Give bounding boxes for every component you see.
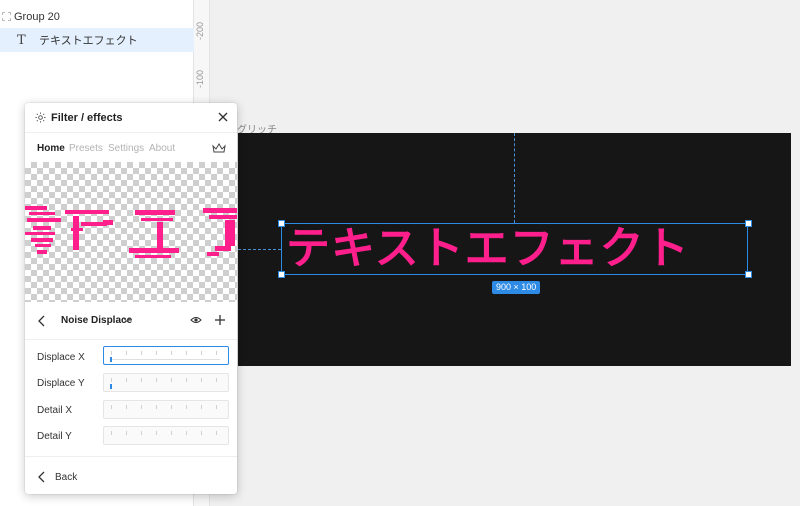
- resize-handle-top-right[interactable]: [745, 220, 752, 227]
- center-guide-top: [514, 133, 515, 223]
- resize-handle-bottom-right[interactable]: [745, 271, 752, 278]
- tab-settings[interactable]: Settings: [108, 143, 144, 154]
- layer-text-effect[interactable]: T テキストエフェクト: [0, 28, 194, 52]
- layer-group-20[interactable]: Group 20: [0, 5, 194, 29]
- panel-footer: Back: [25, 456, 237, 494]
- effect-name-dropdown[interactable]: Noise Displace: [61, 315, 132, 326]
- param-slider-detail-x[interactable]: [103, 400, 229, 419]
- plus-icon[interactable]: [214, 314, 226, 326]
- param-label-displace-y: Displace Y: [37, 378, 85, 389]
- param-label-detail-x: Detail X: [37, 405, 73, 416]
- sun-icon: [35, 112, 46, 123]
- tab-home[interactable]: Home: [37, 143, 65, 154]
- filter-effects-panel: Filter / effects Home Presets Settings A…: [25, 103, 237, 494]
- tab-presets[interactable]: Presets: [69, 143, 103, 154]
- slider-knob[interactable]: [110, 384, 112, 389]
- chevron-down-icon[interactable]: [123, 316, 131, 324]
- param-slider-displace-x[interactable]: [103, 346, 229, 365]
- crown-icon[interactable]: [212, 143, 226, 154]
- slider-knob[interactable]: [110, 357, 112, 362]
- panel-header: Filter / effects: [25, 103, 237, 132]
- ruler-mark: -200: [195, 21, 205, 40]
- ruler-mark: -100: [195, 69, 205, 88]
- text-layer-icon: T: [17, 32, 26, 48]
- param-label-detail-y: Detail Y: [37, 431, 72, 442]
- layer-text-label: テキストエフェクト: [39, 35, 138, 47]
- layer-group-label: Group 20: [14, 11, 60, 23]
- center-guide-left: [238, 249, 281, 250]
- size-badge: 900 × 100: [492, 281, 541, 294]
- param-label-displace-x: Displace X: [37, 352, 85, 363]
- param-slider-detail-y[interactable]: [103, 426, 229, 445]
- back-button[interactable]: Back: [55, 472, 77, 483]
- group-icon: [2, 12, 11, 21]
- selection-box[interactable]: [281, 223, 748, 275]
- resize-handle-top-left[interactable]: [278, 220, 285, 227]
- effect-preview: [25, 162, 237, 302]
- resize-handle-bottom-left[interactable]: [278, 271, 285, 278]
- effect-bar: Noise Displace: [25, 302, 237, 340]
- param-slider-displace-y[interactable]: [103, 373, 229, 392]
- chevron-left-icon[interactable]: [37, 470, 47, 484]
- chevron-left-icon[interactable]: [37, 314, 47, 328]
- eye-icon[interactable]: [190, 315, 202, 325]
- close-icon[interactable]: [216, 110, 230, 124]
- panel-tabs: Home Presets Settings About: [25, 132, 237, 162]
- tab-about[interactable]: About: [149, 143, 175, 154]
- panel-title: Filter / effects: [51, 112, 123, 124]
